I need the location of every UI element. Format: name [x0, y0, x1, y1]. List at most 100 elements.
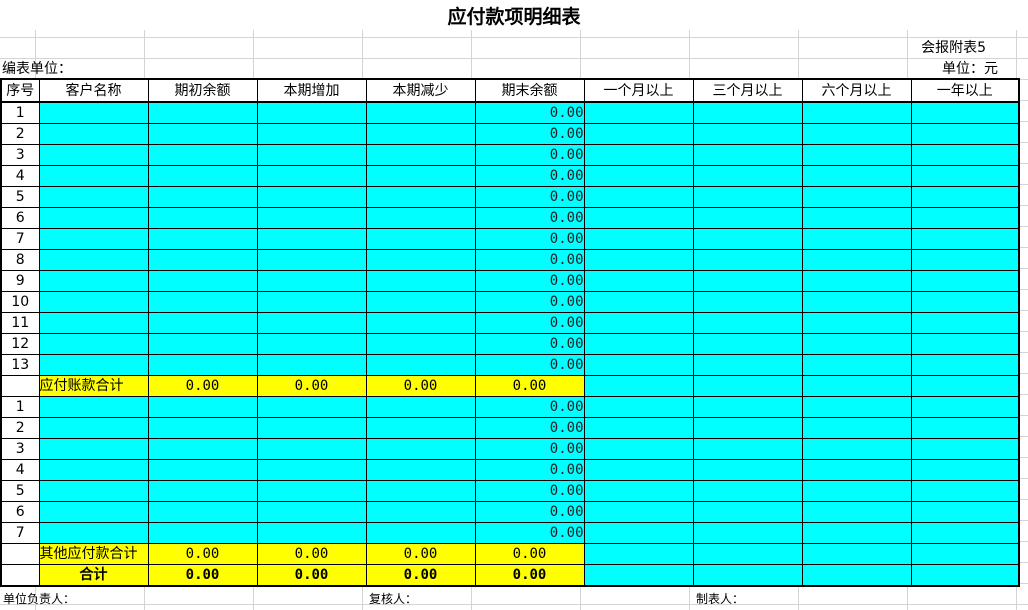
one-year-cell[interactable]: [910, 459, 1020, 481]
one-month-cell[interactable]: [583, 165, 694, 187]
one-month-cell[interactable]: [583, 291, 694, 313]
decrease-cell[interactable]: [365, 312, 476, 334]
decrease-cell[interactable]: [365, 480, 476, 502]
decrease-cell[interactable]: [365, 123, 476, 145]
six-month-cell[interactable]: [801, 312, 912, 334]
six-month-cell[interactable]: [801, 459, 912, 481]
column-header[interactable]: 序号: [0, 78, 40, 103]
three-month-cell[interactable]: [692, 375, 803, 397]
customer-name-cell[interactable]: [38, 291, 149, 313]
one-month-cell[interactable]: [583, 459, 694, 481]
opening-total[interactable]: 0.00: [147, 564, 258, 587]
one-month-cell[interactable]: [583, 186, 694, 208]
opening-balance-cell[interactable]: [147, 312, 258, 334]
three-month-cell[interactable]: [692, 270, 803, 292]
three-month-cell[interactable]: [692, 564, 803, 587]
closing-balance-cell[interactable]: 0.00: [474, 333, 585, 355]
one-month-cell[interactable]: [583, 501, 694, 523]
one-month-cell[interactable]: [583, 270, 694, 292]
increase-cell[interactable]: [256, 354, 367, 376]
three-month-cell[interactable]: [692, 480, 803, 502]
increase-cell[interactable]: [256, 396, 367, 418]
one-year-cell[interactable]: [910, 207, 1020, 229]
closing-balance-cell[interactable]: 0.00: [474, 396, 585, 418]
decrease-total[interactable]: 0.00: [365, 564, 476, 587]
closing-balance-cell[interactable]: 0.00: [474, 165, 585, 187]
one-month-cell[interactable]: [583, 207, 694, 229]
customer-name-cell[interactable]: [38, 249, 149, 271]
three-month-cell[interactable]: [692, 101, 803, 124]
customer-name-cell[interactable]: [38, 480, 149, 502]
increase-cell[interactable]: [256, 207, 367, 229]
one-year-cell[interactable]: [910, 438, 1020, 460]
opening-balance-cell[interactable]: [147, 438, 258, 460]
closing-balance-cell[interactable]: 0.00: [474, 459, 585, 481]
customer-name-cell[interactable]: [38, 459, 149, 481]
increase-cell[interactable]: [256, 186, 367, 208]
three-month-cell[interactable]: [692, 207, 803, 229]
increase-total[interactable]: 0.00: [256, 564, 367, 587]
increase-cell[interactable]: [256, 480, 367, 502]
increase-cell[interactable]: [256, 417, 367, 439]
one-month-cell[interactable]: [583, 396, 694, 418]
one-year-cell[interactable]: [910, 522, 1020, 544]
six-month-cell[interactable]: [801, 249, 912, 271]
column-header[interactable]: 一年以上: [910, 78, 1020, 103]
column-header[interactable]: 六个月以上: [801, 78, 912, 103]
increase-cell[interactable]: [256, 501, 367, 523]
decrease-total[interactable]: 0.00: [365, 543, 476, 565]
one-year-cell[interactable]: [910, 249, 1020, 271]
customer-name-cell[interactable]: [38, 501, 149, 523]
six-month-cell[interactable]: [801, 480, 912, 502]
closing-balance-cell[interactable]: 0.00: [474, 480, 585, 502]
one-year-cell[interactable]: [910, 101, 1020, 124]
closing-balance-cell[interactable]: 0.00: [474, 249, 585, 271]
one-year-cell[interactable]: [910, 501, 1020, 523]
opening-balance-cell[interactable]: [147, 165, 258, 187]
decrease-cell[interactable]: [365, 270, 476, 292]
opening-balance-cell[interactable]: [147, 123, 258, 145]
decrease-cell[interactable]: [365, 354, 476, 376]
one-month-cell[interactable]: [583, 101, 694, 124]
one-year-cell[interactable]: [910, 291, 1020, 313]
closing-balance-cell[interactable]: 0.00: [474, 312, 585, 334]
six-month-cell[interactable]: [801, 207, 912, 229]
three-month-cell[interactable]: [692, 459, 803, 481]
opening-balance-cell[interactable]: [147, 501, 258, 523]
one-year-cell[interactable]: [910, 228, 1020, 250]
opening-balance-cell[interactable]: [147, 396, 258, 418]
three-month-cell[interactable]: [692, 165, 803, 187]
closing-balance-cell[interactable]: 0.00: [474, 522, 585, 544]
three-month-cell[interactable]: [692, 333, 803, 355]
customer-name-cell[interactable]: [38, 396, 149, 418]
decrease-cell[interactable]: [365, 522, 476, 544]
closing-total[interactable]: 0.00: [474, 543, 585, 565]
one-year-cell[interactable]: [910, 375, 1020, 397]
opening-total[interactable]: 0.00: [147, 375, 258, 397]
decrease-cell[interactable]: [365, 417, 476, 439]
three-month-cell[interactable]: [692, 354, 803, 376]
increase-cell[interactable]: [256, 101, 367, 124]
increase-cell[interactable]: [256, 333, 367, 355]
opening-balance-cell[interactable]: [147, 354, 258, 376]
closing-balance-cell[interactable]: 0.00: [474, 207, 585, 229]
one-month-cell[interactable]: [583, 543, 694, 565]
opening-balance-cell[interactable]: [147, 417, 258, 439]
one-month-cell[interactable]: [583, 312, 694, 334]
customer-name-cell[interactable]: [38, 123, 149, 145]
decrease-cell[interactable]: [365, 459, 476, 481]
one-month-cell[interactable]: [583, 123, 694, 145]
customer-name-cell[interactable]: [38, 207, 149, 229]
one-year-cell[interactable]: [910, 333, 1020, 355]
one-month-cell[interactable]: [583, 375, 694, 397]
closing-total[interactable]: 0.00: [474, 564, 585, 587]
opening-balance-cell[interactable]: [147, 186, 258, 208]
increase-cell[interactable]: [256, 270, 367, 292]
one-month-cell[interactable]: [583, 249, 694, 271]
three-month-cell[interactable]: [692, 123, 803, 145]
opening-total[interactable]: 0.00: [147, 543, 258, 565]
six-month-cell[interactable]: [801, 354, 912, 376]
decrease-cell[interactable]: [365, 291, 476, 313]
six-month-cell[interactable]: [801, 375, 912, 397]
closing-balance-cell[interactable]: 0.00: [474, 144, 585, 166]
